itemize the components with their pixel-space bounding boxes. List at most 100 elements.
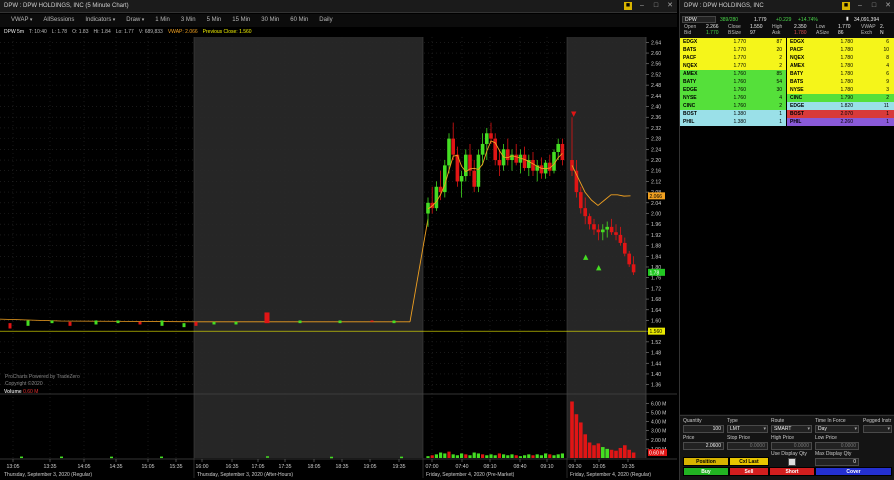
time-tick-label: 18:35 — [336, 464, 349, 470]
level2-row[interactable]: BATY 1.760 54 BATS 1.780 9 — [680, 78, 894, 86]
stop-price-input[interactable]: 0.0000 — [727, 442, 768, 450]
level2-row[interactable]: PHIL 1.380 1 PHIL 2.260 1 — [680, 118, 894, 126]
level2-titlebar: DPW : DPW HOLDINGS, INC ■ – □ ✕ — [680, 0, 894, 13]
volume-bar — [574, 414, 579, 458]
ask-px: 1.790 — [840, 95, 853, 101]
volume-bar — [468, 455, 472, 458]
order-entry-panel: Quantity Type Route Time In Force Pegged… — [680, 415, 894, 480]
level2-row[interactable]: CINC 1.760 2 EDGE 1.820 11 — [680, 102, 894, 110]
volume-bar — [531, 455, 535, 458]
ask-quote[interactable]: BATY 1.780 6 — [787, 70, 894, 78]
price-tick-label: 2.56 — [651, 62, 661, 68]
volume-bar — [430, 455, 434, 458]
bid-sz: 2 — [779, 63, 782, 69]
ask-quote[interactable]: BOST 2.070 1 — [787, 110, 894, 118]
bid-mm: BATY — [683, 79, 697, 85]
regular-candle — [614, 232, 618, 235]
pegged-select[interactable] — [863, 425, 892, 433]
ask-quote[interactable]: BATS 1.780 9 — [787, 78, 894, 86]
premarket-candle — [464, 154, 468, 177]
bid-quote[interactable]: EDGX 1.770 87 — [680, 38, 787, 46]
price-tick-label: 2.44 — [651, 94, 661, 100]
use-display-qty-checkbox[interactable] — [788, 458, 796, 466]
regular-candle — [601, 229, 605, 233]
ask-quote[interactable]: PHIL 2.260 1 — [787, 118, 894, 126]
maximize-icon[interactable]: □ — [870, 2, 878, 10]
ask-quote[interactable]: EDGX 1.780 6 — [787, 38, 894, 46]
bid-mm: CINC — [683, 103, 696, 109]
cover-button[interactable]: Cover — [815, 467, 892, 476]
bid-quote[interactable]: BOST 1.380 1 — [680, 110, 787, 118]
time-tick-label: 09:10 — [541, 464, 554, 470]
bid-quote[interactable]: NYSE 1.760 4 — [680, 94, 787, 102]
ask-quote[interactable]: NQEX 1.780 8 — [787, 54, 894, 62]
time-tick-label: 13:35 — [44, 464, 57, 470]
close-icon[interactable]: ✕ — [884, 2, 892, 10]
level2-row[interactable]: AMEX 1.760 85 BATY 1.780 6 — [680, 70, 894, 78]
bid-quote[interactable]: PHIL 1.380 1 — [680, 118, 787, 126]
type-select[interactable]: LMT — [727, 425, 768, 433]
level2-row[interactable]: NQEX 1.770 2 AMEX 1.780 4 — [680, 62, 894, 70]
flag-icon: ▮ — [846, 16, 849, 22]
bid-quote[interactable]: NQEX 1.770 2 — [680, 62, 787, 70]
early-session-candle — [234, 321, 238, 325]
ask-quote[interactable]: NYSE 1.780 3 — [787, 86, 894, 94]
level2-row[interactable]: EDGX 1.770 87 EDGX 1.780 6 — [680, 38, 894, 46]
bid-sz: 87 — [776, 39, 782, 45]
ask-sz: 11 — [883, 103, 889, 109]
early-session-candle — [338, 320, 342, 324]
chart-watermark: ProCharts Powered by TradeZero Copyright… — [5, 374, 80, 388]
bid-quote[interactable]: CINC 1.760 2 — [680, 102, 787, 110]
info-open: O: 1.83 — [72, 29, 89, 35]
ask-mm: BOST — [790, 111, 804, 117]
high-price-input[interactable]: 0.0000 — [771, 442, 812, 450]
price-tick-label: 2.00 — [651, 212, 661, 218]
quote-header-cell: 97 — [750, 30, 756, 36]
low-price-input[interactable]: 0.0000 — [815, 442, 859, 450]
tif-select[interactable]: Day — [815, 425, 859, 433]
price-tick-label: 2.12 — [651, 179, 661, 185]
time-tick-label: 15:35 — [170, 464, 183, 470]
price-input[interactable]: 2.0600 — [683, 442, 724, 450]
ask-quote[interactable]: AMEX 1.780 4 — [787, 62, 894, 70]
level2-row[interactable]: EDGE 1.760 30 NYSE 1.780 3 — [680, 86, 894, 94]
route-select[interactable]: SMART — [771, 425, 812, 433]
price-chart[interactable]: ▼ ▲ ▲ 2.64 2.60 2.56 2.52 2.48 2.44 2.40 2.36 2.32 2… — [0, 0, 677, 480]
short-button[interactable]: Short — [769, 467, 815, 476]
quantity-input[interactable]: 100 — [683, 425, 724, 433]
regular-candle — [609, 226, 614, 233]
cxl-last-button[interactable]: Cxl Last — [729, 457, 769, 466]
level2-row[interactable]: PACF 1.770 2 NQEX 1.780 8 — [680, 54, 894, 62]
bid-quote[interactable]: BATY 1.760 54 — [680, 78, 787, 86]
bid-px: 1.760 — [733, 103, 746, 109]
ask-quote[interactable]: PACF 1.780 10 — [787, 46, 894, 54]
bid-quote[interactable]: BATS 1.770 20 — [680, 46, 787, 54]
volume-bar — [60, 456, 63, 459]
ask-px: 1.820 — [840, 103, 853, 109]
level2-row[interactable]: NYSE 1.760 4 CINC 1.790 2 — [680, 94, 894, 102]
info-high: Hi: 1.84 — [93, 29, 111, 35]
volume-bar — [447, 451, 451, 458]
bid-quote[interactable]: PACF 1.770 2 — [680, 54, 787, 62]
bid-quote[interactable]: AMEX 1.760 85 — [680, 70, 787, 78]
level2-window: DPW : DPW HOLDINGS, INC ■ – □ ✕ DPW 389/… — [679, 0, 894, 480]
max-display-qty-input[interactable]: 0 — [815, 458, 859, 466]
level2-row[interactable]: BATS 1.770 20 PACF 1.780 10 — [680, 46, 894, 54]
bid-quote[interactable]: EDGE 1.760 30 — [680, 86, 787, 94]
symbol-input[interactable]: DPW — [682, 16, 716, 23]
volume-bar — [548, 454, 552, 458]
minimize-icon[interactable]: – — [856, 2, 864, 10]
volume-value: 0.60 M — [23, 389, 39, 395]
link-color-icon[interactable]: ■ — [842, 2, 850, 10]
level2-row[interactable]: BOST 1.380 1 BOST 2.070 1 — [680, 110, 894, 118]
volume-pane-label: Volume 0.60 M — [4, 389, 38, 395]
early-session-candle — [194, 321, 198, 326]
ask-quote[interactable]: CINC 1.790 2 — [787, 94, 894, 102]
quote-header-cell: BSize — [728, 30, 742, 36]
buy-button[interactable]: Buy — [683, 467, 729, 476]
position-button[interactable]: Position — [683, 457, 729, 466]
sell-button[interactable]: Sell — [729, 467, 769, 476]
premarket-candle — [552, 151, 556, 171]
ask-sz: 3 — [886, 87, 889, 93]
ask-quote[interactable]: EDGE 1.820 11 — [787, 102, 894, 110]
